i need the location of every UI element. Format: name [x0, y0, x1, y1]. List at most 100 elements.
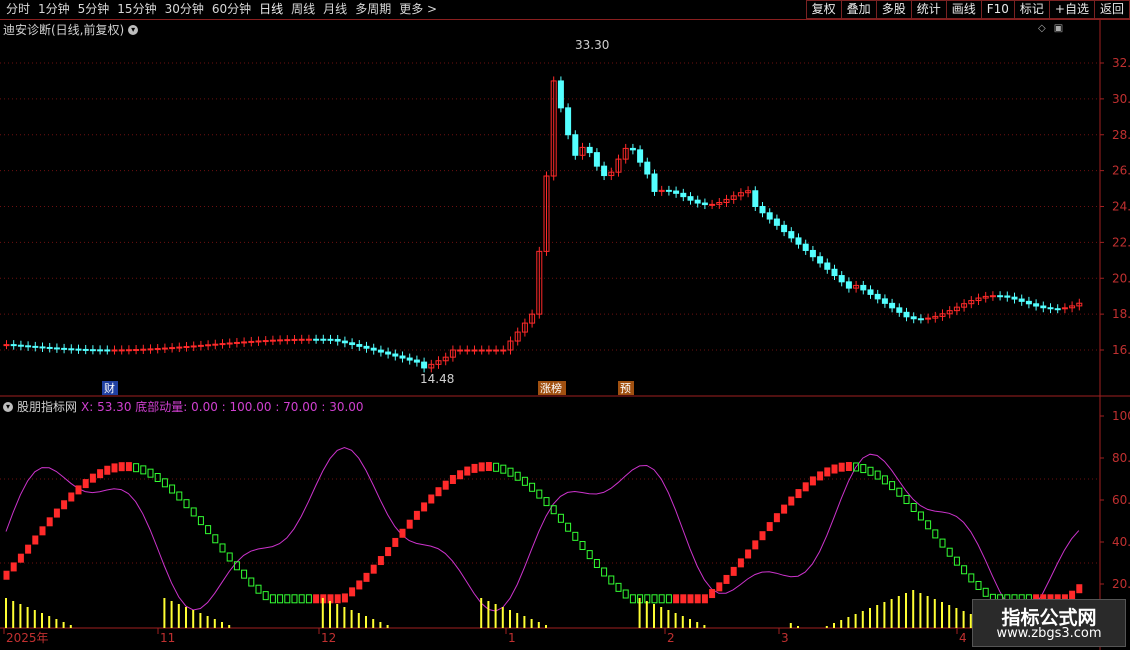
momentum-bar	[61, 500, 68, 510]
date-tick-label: 11	[160, 631, 175, 645]
momentum-bar	[817, 471, 824, 481]
chart-corner-controls: ◇ ▣	[1038, 23, 1063, 34]
momentum-bar	[39, 526, 46, 536]
momentum-bar	[838, 462, 845, 472]
momentum-bar	[298, 594, 305, 604]
candle-body	[399, 355, 406, 359]
momentum-bar	[478, 462, 485, 472]
momentum-bar	[277, 594, 284, 604]
momentum-bar	[226, 552, 233, 562]
candle-body	[125, 349, 132, 352]
candle-body	[82, 348, 89, 351]
candlesticks	[3, 76, 1083, 373]
candle-body	[1018, 298, 1025, 302]
momentum-bar	[269, 594, 276, 604]
momentum-bar	[392, 537, 399, 547]
momentum-bar	[17, 553, 24, 563]
momentum-bar	[32, 535, 39, 545]
main-chart-title[interactable]: 迪安诊断(日线,前复权) ▾	[3, 21, 139, 38]
candle-body	[1025, 300, 1032, 305]
momentum-bar	[795, 489, 802, 499]
momentum-bar	[291, 594, 298, 604]
momentum-bar	[1069, 590, 1076, 600]
candle-body	[903, 311, 910, 318]
momentum-bar	[565, 522, 572, 532]
momentum-bar	[485, 462, 492, 472]
momentum-bar	[759, 531, 766, 541]
candle-body	[781, 224, 788, 233]
momentum-bar	[658, 594, 665, 604]
momentum-bar	[305, 594, 312, 604]
candle-body	[1011, 296, 1018, 300]
candle-body	[874, 293, 881, 300]
momentum-bar	[730, 566, 737, 576]
momentum-bar	[917, 511, 924, 521]
candle-body	[277, 339, 284, 342]
candle-body	[831, 268, 838, 277]
momentum-bar	[601, 567, 608, 577]
momentum-bar	[471, 463, 478, 473]
momentum-bar	[557, 513, 564, 523]
candle-body	[694, 199, 701, 204]
candle-body	[219, 343, 226, 346]
price-tick-label: 26.00	[1112, 164, 1130, 178]
momentum-bar	[89, 473, 96, 483]
price-tick-label: 16.00	[1112, 343, 1130, 357]
momentum-bar	[867, 466, 874, 476]
candle-body	[104, 349, 111, 352]
indicator-title[interactable]: ▾ 股朋指标网 X: 53.30 底部动量: 0.00 : 100.00 : 7…	[3, 398, 364, 415]
chevron-down-icon[interactable]: ▾	[3, 401, 13, 412]
momentum-bar	[219, 543, 226, 553]
candle-body	[291, 338, 298, 341]
date-tick-label: 1	[508, 631, 516, 645]
momentum-bar	[104, 465, 111, 475]
momentum-bar	[651, 594, 658, 604]
candle-body	[637, 149, 644, 163]
candle-body	[457, 349, 464, 352]
candle-body	[925, 317, 932, 320]
candle-body	[665, 189, 672, 192]
candle-body	[709, 203, 716, 206]
candle-body	[601, 165, 608, 177]
candle-body	[557, 80, 564, 109]
candle-body	[320, 338, 327, 341]
candle-body	[1004, 295, 1011, 298]
momentum-bar	[399, 528, 406, 538]
momentum-bar	[428, 494, 435, 504]
momentum-bar	[385, 547, 392, 557]
candle-body	[651, 173, 658, 192]
kline-chart[interactable]: 32.00 30.00 28.00 26.00 24.00 22.00 20.00 18.00…	[0, 0, 1130, 650]
indicator-tick-label: 60.00	[1112, 493, 1130, 507]
momentum-bar	[284, 594, 291, 604]
indicator-tick-label: 40.00	[1112, 535, 1130, 549]
momentum-bar	[615, 582, 622, 592]
momentum-bar	[781, 504, 788, 514]
price-tick-label: 18.00	[1112, 307, 1130, 321]
candle-body	[46, 346, 53, 349]
momentum-bar	[737, 558, 744, 568]
window-icon[interactable]: ▣	[1054, 23, 1063, 34]
high-price-label: 33.30	[575, 38, 609, 52]
date-tick-label: 12	[321, 631, 336, 645]
diamond-icon[interactable]: ◇	[1038, 23, 1046, 34]
candle-body	[356, 344, 363, 347]
candle-body	[147, 348, 154, 351]
momentum-bar	[413, 510, 420, 520]
chevron-down-icon[interactable]: ▾	[128, 24, 139, 35]
momentum-bar	[694, 594, 701, 604]
candle-body	[421, 361, 428, 369]
momentum-bar	[313, 594, 320, 604]
momentum-bar	[68, 492, 75, 502]
momentum-bar	[529, 482, 536, 492]
candle-body	[233, 341, 240, 344]
momentum-bar	[968, 573, 975, 583]
candle-body	[377, 349, 384, 353]
momentum-bar	[860, 464, 867, 474]
momentum-bar	[435, 487, 442, 497]
candle-body	[406, 357, 413, 361]
momentum-bar	[572, 531, 579, 541]
candle-body	[795, 237, 802, 245]
momentum-bar	[363, 572, 370, 582]
momentum-bar	[3, 570, 10, 580]
candle-body	[75, 348, 82, 351]
